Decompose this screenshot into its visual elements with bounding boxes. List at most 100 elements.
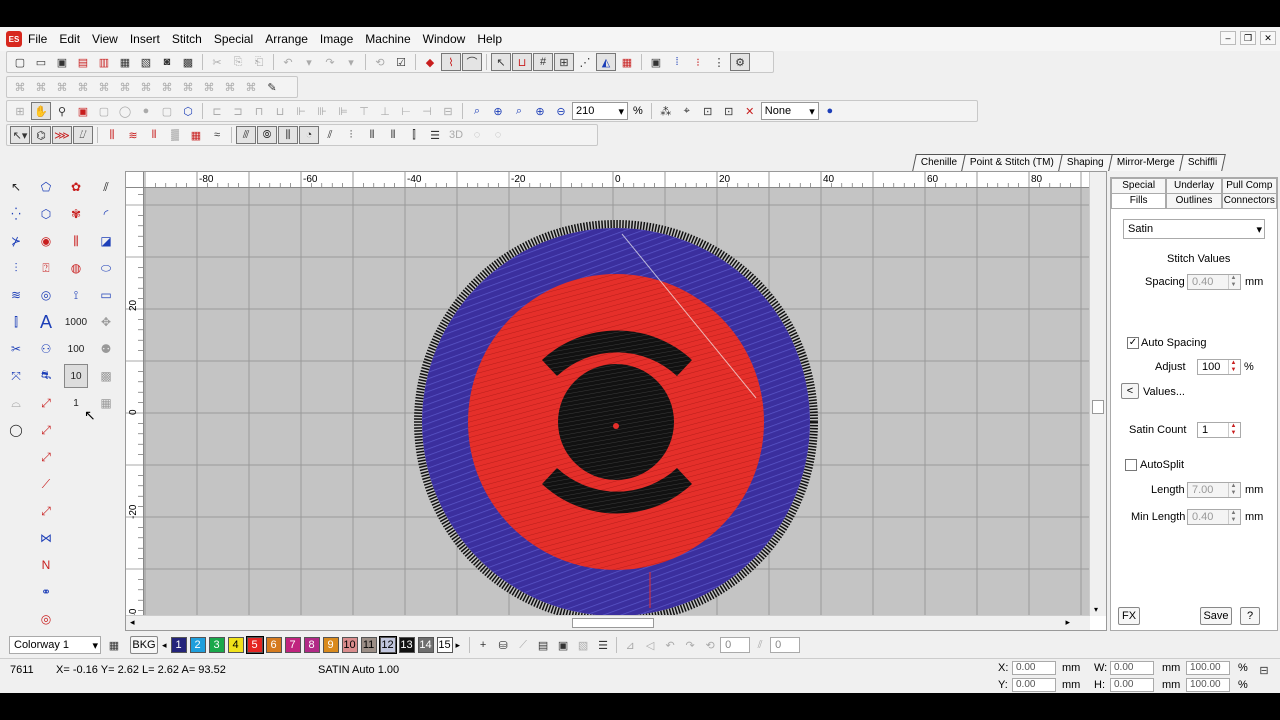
image-edit-icon[interactable]: ✎ [262, 78, 282, 96]
image-tool-10-icon[interactable]: ⌘ [199, 78, 219, 96]
close-icon[interactable]: ✕ [1260, 31, 1276, 45]
color-sequence-icon[interactable]: ⁝ [688, 53, 708, 71]
color-palette-icon[interactable]: ▦ [617, 53, 637, 71]
arrange-6-icon[interactable]: ◯ [115, 102, 135, 120]
circles-icon[interactable]: ⚭ [34, 580, 58, 604]
node-2-icon[interactable]: ⌖ [677, 102, 697, 120]
print-icon[interactable]: ▦ [115, 53, 135, 71]
zoom-fit-icon[interactable]: ⌕ [509, 102, 529, 120]
new-file-icon[interactable]: ▢ [10, 53, 30, 71]
color-swatch-2[interactable]: 2 [189, 637, 206, 653]
arrange-9-icon[interactable]: ⬡ [178, 102, 198, 120]
arrange-8-icon[interactable]: ▢ [157, 102, 177, 120]
image-tool-2-icon[interactable]: ⌘ [31, 78, 51, 96]
menu-stitch[interactable]: Stitch [166, 27, 208, 51]
diag-3-icon[interactable]: ⤢ [34, 445, 58, 469]
shell-icon[interactable]: ⌓ [4, 391, 28, 415]
align-12-icon[interactable]: ⊟ [438, 102, 458, 120]
color-swatch-7[interactable]: 7 [284, 637, 301, 653]
image-tool-9-icon[interactable]: ⌘ [178, 78, 198, 96]
image-tool-4-icon[interactable]: ⌘ [73, 78, 93, 96]
node-3-icon[interactable]: ⊡ [698, 102, 718, 120]
autosplit-checkbox[interactable] [1125, 459, 1137, 471]
tab-schiffli[interactable]: Schiffli [1178, 154, 1226, 171]
slant-icon[interactable]: ⫽ [750, 636, 770, 654]
color-film-icon[interactable]: ▤ [533, 636, 553, 654]
scroll-right-icon[interactable]: ▸ [1065, 617, 1070, 628]
lock-aspect-icon[interactable]: ⊟ [1254, 661, 1274, 679]
figures-icon[interactable]: ⚉ [94, 337, 118, 361]
zoom-in-icon[interactable]: ⊕ [488, 102, 508, 120]
stitch-10-icon[interactable]: 10 [64, 364, 88, 388]
stitch-1000-icon[interactable]: 1000 [64, 310, 88, 334]
minimize-icon[interactable]: – [1220, 31, 1236, 45]
color-swatch-8[interactable]: 8 [303, 637, 320, 653]
color-swatch-11[interactable]: 11 [360, 637, 377, 653]
menu-arrange[interactable]: Arrange [259, 27, 314, 51]
effect-5-icon[interactable]: ⫽ [320, 126, 340, 144]
undo-icon[interactable]: ↶ [278, 53, 298, 71]
text-tool-icon[interactable]: A [34, 310, 58, 334]
color-swatch-14[interactable]: 14 [417, 637, 434, 653]
image-tool-11-icon[interactable]: ⌘ [220, 78, 240, 96]
image-tool-8-icon[interactable]: ⌘ [157, 78, 177, 96]
effect-4-icon[interactable]: ◔ [299, 126, 319, 144]
colors-left-icon[interactable]: ◂ [162, 640, 167, 651]
adjust-input[interactable]: 100 ▲ ▼ [1197, 359, 1241, 375]
tab-chenille[interactable]: Chenille [912, 154, 966, 171]
rotate-2-icon[interactable]: ↷ [680, 636, 700, 654]
write-card-icon[interactable]: ▩ [178, 53, 198, 71]
checklist-icon[interactable]: ☑ [391, 53, 411, 71]
node-1-icon[interactable]: ⁂ [656, 102, 676, 120]
rotate-1-icon[interactable]: ↶ [660, 636, 680, 654]
embroidery-design[interactable] [144, 188, 1090, 616]
slideshow-icon[interactable]: ▣ [646, 53, 666, 71]
colors-right-icon[interactable]: ▸ [456, 640, 461, 651]
effect-7-icon[interactable]: ⦀ [362, 126, 382, 144]
align-9-icon[interactable]: ⊥ [375, 102, 395, 120]
color-globe-icon[interactable]: ● [820, 102, 840, 120]
save-icon[interactable]: ▣ [52, 53, 72, 71]
texture-1-icon[interactable]: ▩ [94, 364, 118, 388]
save-as-icon[interactable]: ▤ [73, 53, 93, 71]
zoom-plus-icon[interactable]: ⊕ [530, 102, 550, 120]
stitch-tool-icon[interactable]: ⟟ [64, 283, 88, 307]
menu-insert[interactable]: Insert [124, 27, 166, 51]
values-expand-button[interactable]: < [1121, 383, 1139, 399]
scissors-icon[interactable]: ✂ [4, 337, 28, 361]
horizontal-scrollbar[interactable]: ◂ ▸ [126, 615, 1090, 630]
thread-icon[interactable]: ⛁ [493, 636, 513, 654]
puzzle-icon[interactable]: ✥ [94, 310, 118, 334]
color-list-icon[interactable]: ☰ [593, 636, 613, 654]
copy-icon[interactable]: ⎘ [228, 53, 248, 71]
select-tool-icon[interactable]: ↖ [491, 53, 511, 71]
arrange-2-icon[interactable]: ✋ [31, 102, 51, 120]
spinner-arrows-icon[interactable]: ▲ ▼ [1228, 275, 1238, 289]
chart-icon[interactable]: ⋰ [575, 53, 595, 71]
mirror-1-icon[interactable]: ⊿ [620, 636, 640, 654]
node-4-icon[interactable]: ⊡ [719, 102, 739, 120]
arrange-3-icon[interactable]: ⚲ [52, 102, 72, 120]
color-swatch-13[interactable]: 13 [398, 637, 415, 653]
color-swatch-15[interactable]: 15 [436, 637, 453, 653]
color-swatch-6[interactable]: 6 [265, 637, 282, 653]
sphere-icon[interactable]: ◎ [34, 283, 58, 307]
width-field[interactable]: 0.00 [1110, 661, 1154, 675]
menu-view[interactable]: View [86, 27, 124, 51]
lips-icon[interactable]: ◆ [420, 53, 440, 71]
fill-wave-icon[interactable]: ≈ [207, 126, 227, 144]
pointer-dropdown-icon[interactable]: ↖▾ [10, 126, 30, 144]
image-tool-12-icon[interactable]: ⌘ [241, 78, 261, 96]
color-grid-icon[interactable]: ▦ [104, 636, 124, 654]
help-button[interactable]: ? [1240, 607, 1260, 625]
shape-edit-icon[interactable]: ⬡ [34, 202, 58, 226]
align-4-icon[interactable]: ⊔ [270, 102, 290, 120]
align-10-icon[interactable]: ⊢ [396, 102, 416, 120]
paste-icon[interactable]: ⎗ [249, 53, 269, 71]
image-tool-3-icon[interactable]: ⌘ [52, 78, 72, 96]
stitch-edit-icon[interactable]: ⁛ [4, 202, 28, 226]
stitch-mode-2-icon[interactable]: ⋙ [52, 126, 72, 144]
align-7-icon[interactable]: ⊫ [333, 102, 353, 120]
arc-icon[interactable]: ◜ [94, 202, 118, 226]
knife-icon[interactable]: ⊁ [4, 229, 28, 253]
